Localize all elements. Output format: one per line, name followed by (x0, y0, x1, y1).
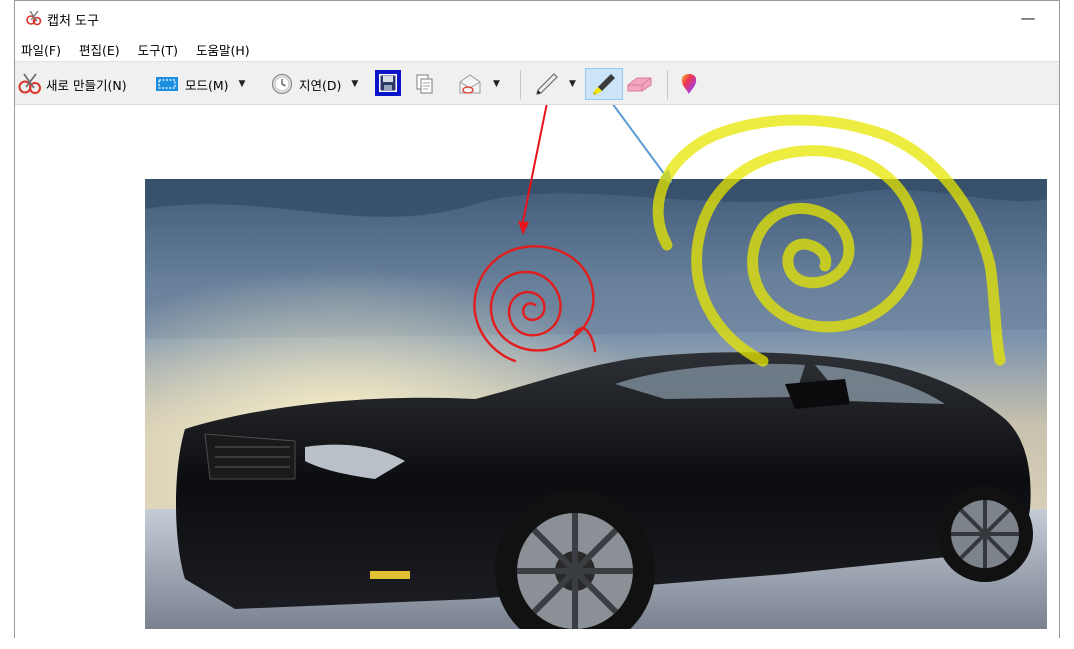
send-snip-button[interactable]: ▼ (457, 70, 500, 98)
copy-icon (416, 74, 433, 94)
title-bar: 캡처 도구 — (15, 1, 1059, 35)
mode-rectangle-icon (156, 77, 178, 91)
highlighter-button[interactable] (585, 68, 623, 100)
pen-arrow-head (518, 221, 529, 235)
copy-button[interactable] (415, 70, 435, 98)
window-title: 캡처 도구 (47, 14, 99, 29)
pen-spiral-scribble (473, 245, 595, 363)
highlighter-spiral-scribble (691, 145, 923, 367)
eraser-button[interactable] (625, 70, 653, 98)
paint3d-icon (681, 74, 697, 94)
delay-label: 지연(D) (299, 77, 342, 93)
pen-spiral-tail (573, 327, 597, 353)
scissors-icon (18, 73, 41, 94)
delay-dropdown-icon[interactable]: ▼ (351, 79, 358, 89)
paint3d-button[interactable] (679, 70, 699, 98)
send-dropdown-icon[interactable]: ▼ (493, 79, 500, 89)
minimize-icon: — (1020, 9, 1036, 27)
menu-help[interactable]: 도움말(H) (194, 39, 252, 60)
menu-edit[interactable]: 편집(E) (77, 39, 122, 60)
annotation-overlay (473, 105, 1006, 367)
new-snip-button[interactable]: 새로 만들기(N) (17, 70, 127, 98)
delay-button[interactable]: 지연(D) ▼ (271, 70, 358, 98)
toolbar-separator (520, 70, 521, 100)
toolbar: 새로 만들기(N) 모드(M) ▼ 지연(D) ▼ ▼ ▼ (15, 61, 1059, 105)
menu-file[interactable]: 파일(F) (19, 39, 63, 60)
pen-icon (536, 73, 558, 95)
menu-bar: 파일(F) 편집(E) 도구(T) 도움말(H) (15, 37, 252, 61)
highlighter-arrow (612, 105, 666, 176)
pen-dropdown-icon[interactable]: ▼ (569, 79, 576, 89)
pen-button[interactable]: ▼ (533, 70, 576, 98)
pen-arrow (522, 105, 548, 222)
mode-dropdown-icon[interactable]: ▼ (239, 79, 246, 89)
new-snip-label: 새로 만들기(N) (46, 77, 127, 93)
send-icon (459, 74, 481, 94)
toolbar-separator (667, 70, 668, 100)
highlighter-icon (593, 74, 615, 95)
eraser-icon (627, 77, 652, 92)
clock-icon (271, 73, 293, 95)
mode-button[interactable]: 모드(M) ▼ (155, 70, 245, 98)
minimize-button[interactable]: — (1005, 1, 1051, 35)
scissors-icon (26, 10, 42, 26)
save-icon (380, 75, 396, 91)
mode-label: 모드(M) (185, 77, 229, 93)
snipping-tool-window: 캡처 도구 — 파일(F) 편집(E) 도구(T) 도움말(H) 새로 만들기(… (14, 0, 1060, 638)
capture-canvas (15, 105, 1059, 638)
menu-tools[interactable]: 도구(T) (136, 39, 180, 60)
save-button[interactable] (375, 70, 401, 96)
